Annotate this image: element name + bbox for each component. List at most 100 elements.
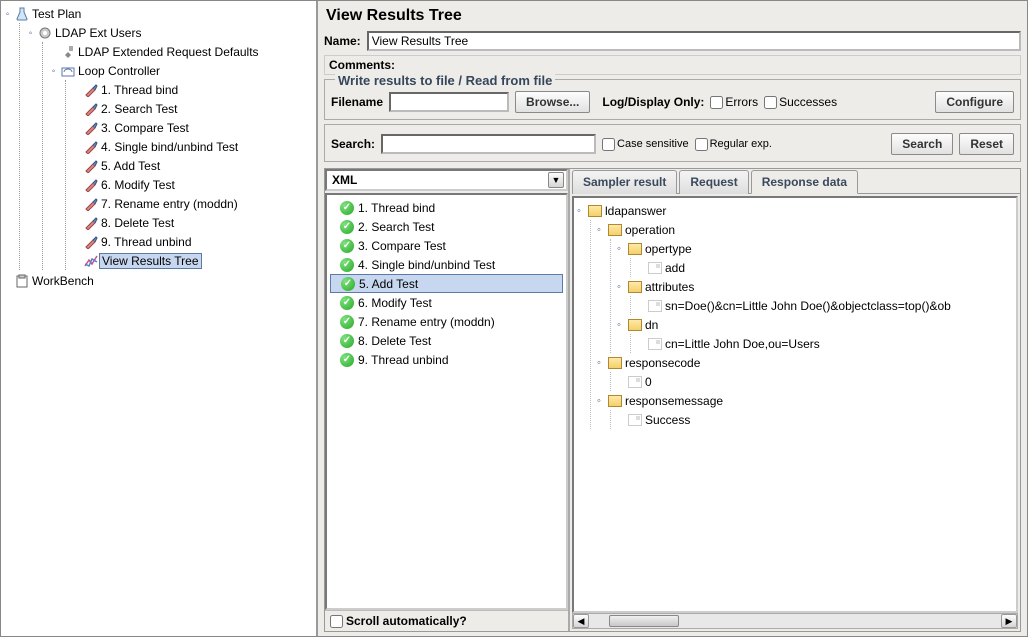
success-icon: ✓ bbox=[340, 258, 354, 272]
sample-item[interactable]: ✓ 5. Add Test bbox=[330, 274, 563, 293]
tree-item-sampler[interactable]: 8. Delete Test bbox=[72, 213, 314, 232]
success-icon: ✓ bbox=[341, 277, 355, 291]
test-plan-tree[interactable]: ◦ Test Plan ◦ LDAP Ext Users LDAP Extend… bbox=[1, 1, 318, 636]
sample-label: 5. Add Test bbox=[359, 277, 418, 291]
tree-item-sampler[interactable]: 7. Rename entry (moddn) bbox=[72, 194, 314, 213]
response-tree[interactable]: ◦ ldapanswer ◦ operation ◦opertypeadd◦attrib… bbox=[572, 196, 1018, 613]
tree-item-sampler[interactable]: 5. Add Test bbox=[72, 156, 314, 175]
file-icon bbox=[628, 376, 642, 388]
configure-button[interactable]: Configure bbox=[935, 91, 1014, 113]
search-button[interactable]: Search bbox=[891, 133, 953, 155]
sample-item[interactable]: ✓1. Thread bind bbox=[330, 198, 563, 217]
sampler-icon bbox=[83, 101, 99, 117]
tree-item-workbench[interactable]: WorkBench bbox=[3, 271, 314, 290]
tree-toggle-icon[interactable]: ◦ bbox=[26, 28, 35, 37]
success-icon: ✓ bbox=[340, 220, 354, 234]
scroll-thumb[interactable] bbox=[609, 615, 679, 627]
filename-label: Filename bbox=[331, 95, 383, 109]
tree-toggle-icon[interactable]: ◦ bbox=[577, 205, 586, 217]
tree-label: Test Plan bbox=[30, 7, 83, 21]
sample-item[interactable]: ✓3. Compare Test bbox=[330, 236, 563, 255]
file-icon bbox=[648, 300, 662, 312]
xml-folder[interactable]: ◦responsecode bbox=[597, 353, 1013, 372]
scroll-left-icon[interactable]: ◀ bbox=[573, 614, 589, 628]
tree-toggle-icon[interactable]: ◦ bbox=[3, 9, 12, 18]
tree-label: 5. Add Test bbox=[99, 159, 162, 173]
tree-item-sampler[interactable]: 9. Thread unbind bbox=[72, 232, 314, 251]
tree-item-sampler[interactable]: 1. Thread bind bbox=[72, 80, 314, 99]
browse-button[interactable]: Browse... bbox=[515, 91, 590, 113]
xml-root[interactable]: ◦ ldapanswer bbox=[577, 201, 1013, 220]
tab-response-data[interactable]: Response data bbox=[751, 170, 858, 194]
sample-label: 3. Compare Test bbox=[358, 239, 446, 253]
sample-label: 8. Delete Test bbox=[358, 334, 431, 348]
reset-button[interactable]: Reset bbox=[959, 133, 1014, 155]
search-input[interactable] bbox=[381, 134, 596, 154]
tree-item-ldap-ext-users[interactable]: ◦ LDAP Ext Users bbox=[26, 23, 314, 42]
successes-checkbox[interactable]: Successes bbox=[764, 95, 837, 109]
tree-toggle-icon[interactable]: ◦ bbox=[597, 357, 606, 369]
horizontal-scrollbar[interactable]: ◀ ▶ bbox=[572, 613, 1018, 629]
clipboard-icon bbox=[14, 273, 30, 289]
tree-toggle-icon[interactable]: ◦ bbox=[617, 281, 626, 293]
xml-folder[interactable]: ◦opertype bbox=[617, 239, 1013, 258]
case-sensitive-checkbox[interactable]: Case sensitive bbox=[602, 138, 689, 151]
tree-item-loop-controller[interactable]: ◦ Loop Controller bbox=[49, 61, 314, 80]
sample-item[interactable]: ✓4. Single bind/unbind Test bbox=[330, 255, 563, 274]
detail-pane: Sampler result Request Response data ◦ ld… bbox=[570, 169, 1020, 631]
tree-item-sampler[interactable]: 4. Single bind/unbind Test bbox=[72, 137, 314, 156]
folder-icon bbox=[588, 205, 602, 217]
errors-checkbox[interactable]: Errors bbox=[710, 95, 758, 109]
xml-label: operation bbox=[625, 223, 675, 237]
xml-leaf[interactable]: add bbox=[637, 258, 1013, 277]
tree-item-sampler[interactable]: 6. Modify Test bbox=[72, 175, 314, 194]
tree-toggle-icon[interactable]: ◦ bbox=[617, 243, 626, 255]
scroll-right-icon[interactable]: ▶ bbox=[1001, 614, 1017, 628]
tree-label: LDAP Extended Request Defaults bbox=[76, 45, 261, 59]
tree-root[interactable]: ◦ Test Plan bbox=[3, 4, 314, 23]
xml-label: ldapanswer bbox=[605, 204, 666, 218]
sample-label: 1. Thread bind bbox=[358, 201, 435, 215]
xml-folder[interactable]: ◦ operation bbox=[597, 220, 1013, 239]
xml-folder[interactable]: ◦responsemessage bbox=[597, 391, 1013, 410]
tree-item-sampler[interactable]: 2. Search Test bbox=[72, 99, 314, 118]
xml-leaf[interactable]: Success bbox=[617, 410, 1013, 429]
regex-checkbox[interactable]: Regular exp. bbox=[695, 138, 772, 151]
xml-folder[interactable]: ◦dn bbox=[617, 315, 1013, 334]
sample-label: 6. Modify Test bbox=[358, 296, 432, 310]
tree-item-sampler[interactable]: 3. Compare Test bbox=[72, 118, 314, 137]
sample-item[interactable]: ✓ 2. Search Test bbox=[330, 217, 563, 236]
sample-label: 7. Rename entry (moddn) bbox=[358, 315, 495, 329]
tree-toggle-icon[interactable]: ◦ bbox=[597, 395, 606, 407]
sample-label: 2. Search Test bbox=[358, 220, 435, 234]
gear-icon bbox=[37, 25, 53, 41]
tree-toggle-icon[interactable]: ◦ bbox=[617, 319, 626, 331]
sample-item[interactable]: ✓9. Thread unbind bbox=[330, 350, 563, 369]
sample-item[interactable]: ✓ 8. Delete Test bbox=[330, 331, 563, 350]
filename-input[interactable] bbox=[389, 92, 509, 112]
xml-leaf[interactable]: sn=Doe()&cn=Little John Doe()&objectclas… bbox=[637, 296, 1013, 315]
name-input[interactable] bbox=[367, 31, 1021, 51]
samples-list[interactable]: ✓1. Thread bind✓2. Search Test✓3. Compar… bbox=[325, 193, 568, 610]
comments-label: Comments: bbox=[329, 58, 395, 72]
folder-icon bbox=[608, 395, 622, 407]
xml-leaf[interactable]: cn=Little John Doe,ou=Users bbox=[637, 334, 1013, 353]
tree-item-view-results-tree[interactable]: View Results Tree bbox=[72, 251, 314, 270]
flask-icon bbox=[14, 6, 30, 22]
xml-folder[interactable]: ◦attributes bbox=[617, 277, 1013, 296]
success-icon: ✓ bbox=[340, 334, 354, 348]
auto-scroll-checkbox[interactable] bbox=[330, 615, 343, 628]
chevron-down-icon[interactable]: ▼ bbox=[548, 172, 564, 188]
samples-pane: XML ▼ ✓1. Thread bind✓2. Search Test✓3. … bbox=[325, 169, 570, 631]
xml-leaf[interactable]: 0 bbox=[617, 372, 1013, 391]
tab-sampler-result[interactable]: Sampler result bbox=[572, 170, 677, 194]
name-label: Name: bbox=[324, 34, 361, 48]
sample-item[interactable]: ✓7. Rename entry (moddn) bbox=[330, 312, 563, 331]
renderer-combo[interactable]: XML ▼ bbox=[325, 169, 568, 191]
tree-item-ldap-defaults[interactable]: LDAP Extended Request Defaults bbox=[49, 42, 314, 61]
xml-label: sn=Doe()&cn=Little John Doe()&objectclas… bbox=[665, 299, 951, 313]
tree-toggle-icon[interactable]: ◦ bbox=[49, 66, 58, 75]
tab-request[interactable]: Request bbox=[679, 170, 748, 194]
sample-item[interactable]: ✓6. Modify Test bbox=[330, 293, 563, 312]
tree-toggle-icon[interactable]: ◦ bbox=[597, 224, 606, 236]
